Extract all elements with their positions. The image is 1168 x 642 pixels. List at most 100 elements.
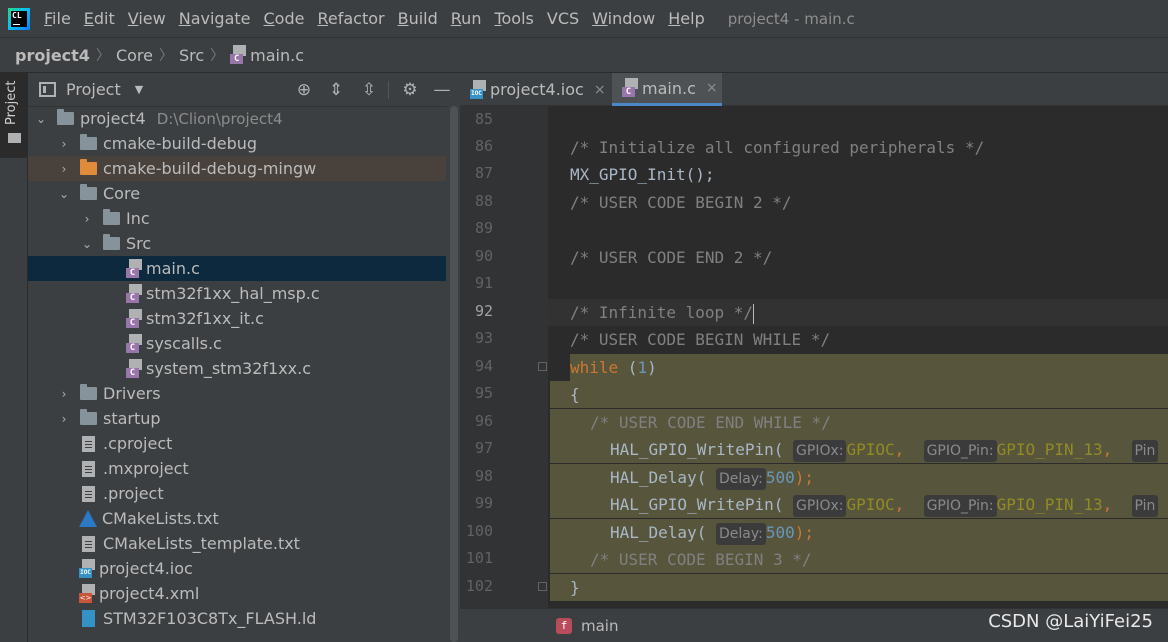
chevron-down-icon[interactable]: ⌄ [80,237,94,251]
tree-item-label: .cproject [103,434,173,453]
menu-file[interactable]: File [44,9,71,28]
project-panel-title[interactable]: Project [66,80,121,99]
code-line: HAL_Delay( Delay: 500); [550,519,1168,546]
expand-all-icon[interactable]: ⇕ [324,78,348,102]
folder-icon [103,234,120,250]
hide-panel-icon[interactable]: — [430,78,454,102]
tree-item-label: CMakeLists_template.txt [103,534,300,553]
chevron-right-icon[interactable]: › [57,137,71,151]
chevron-right-icon[interactable]: › [80,212,94,226]
tree-item-src[interactable]: ⌄ Src [28,231,446,256]
menu-label: ile [52,9,71,28]
breadcrumb-project[interactable]: project4 [15,46,90,65]
chevron-right-icon[interactable]: › [57,387,71,401]
tree-item-cproject[interactable]: .cproject [28,431,446,456]
tree-item-core[interactable]: ⌄ Core [28,181,446,206]
chevron-right-icon[interactable]: › [57,412,71,426]
tree-item-cmakelists[interactable]: CMakeLists.txt [28,506,446,531]
menu-mnemonic: E [83,9,94,28]
close-icon[interactable]: × [706,80,718,96]
code-line: HAL_GPIO_WritePin( GPIOx: GPIOC, GPIO_Pin… [550,491,1168,518]
tree-item-hal-msp[interactable]: C stm32f1xx_hal_msp.c [28,281,446,306]
tree-item-label: Core [103,184,141,203]
tree-item-label: syscalls.c [146,334,222,353]
menu-mnemonic: N [178,9,191,28]
chevron-right-icon[interactable]: › [57,162,71,176]
menu-run[interactable]: Run [451,9,482,28]
tree-item-label: project4 [80,109,146,128]
text-file-icon [82,460,95,477]
menu-code[interactable]: Code [264,9,305,28]
current-scope[interactable]: main [581,617,618,635]
code-line: } [550,574,1168,601]
chevron-down-icon[interactable]: ⌄ [57,187,71,201]
menu-mnemonic: F [44,9,53,28]
tree-item-main-c[interactable]: C main.c [28,256,446,281]
breadcrumb-file[interactable]: main.c [250,46,304,65]
tree-item-project4[interactable]: ⌄ project4 D:\Clion\project4 [28,106,446,131]
watermark: CSDN @LaiYiFei25 [988,611,1153,632]
tree-item-cmake-build-debug[interactable]: › cmake-build-debug [28,131,446,156]
tree-item-it-c[interactable]: C stm32f1xx_it.c [28,306,446,331]
project-tool-window-button[interactable]: Project [0,73,27,158]
menu-label: indow [607,9,656,28]
fold-marker-icon[interactable] [538,582,547,591]
tree-item-dot-project[interactable]: .project [28,481,446,506]
code-comment: /* USER CODE END WHILE */ [590,413,831,432]
dropdown-arrow-icon[interactable]: ▼ [135,83,143,96]
code-line: /* USER CODE END WHILE */ [550,409,1168,436]
c-file-icon: C [622,78,639,98]
tree-item-startup[interactable]: › startup [28,406,446,431]
tree-item-system-stm32[interactable]: C system_stm32f1xx.c [28,356,446,381]
tree-item-syscalls[interactable]: C syscalls.c [28,331,446,356]
tree-item-mxproject[interactable]: .mxproject [28,456,446,481]
collapse-all-icon[interactable]: ⇳ [357,78,381,102]
folder-icon [103,209,120,225]
menu-edit[interactable]: Edit [84,9,115,28]
chevron-down-icon[interactable]: ⌄ [34,112,48,126]
param-hint: Delay: [715,523,766,545]
tree-item-project4-xml[interactable]: <> project4.xml [28,581,446,606]
tree-item-drivers[interactable]: › Drivers [28,381,446,406]
code-line: HAL_Delay( Delay: 500); [550,464,1168,491]
tree-item-label: stm32f1xx_hal_msp.c [146,284,320,303]
code-area[interactable]: /* Initialize all configured peripherals… [548,106,1168,608]
menu-window[interactable]: Window [592,9,655,28]
tree-item-inc[interactable]: › Inc [28,206,446,231]
fold-marker-icon[interactable] [538,362,547,371]
close-icon[interactable]: × [594,82,606,98]
code-line: HAL_GPIO_WritePin( GPIOx: GPIOC, GPIO_Pin… [550,436,1168,463]
breadcrumb-core[interactable]: Core [116,46,153,65]
tab-project4-ioc[interactable]: IOC project4.ioc × [460,73,610,106]
ioc-file-icon: IOC [470,79,487,100]
tree-item-cmakelists-template[interactable]: CMakeLists_template.txt [28,531,446,556]
tree-item-project4-ioc[interactable]: IOC project4.ioc [28,556,446,581]
menu-build[interactable]: Build [398,9,438,28]
locate-file-icon[interactable]: ⊕ [292,78,316,102]
code-comment: /* USER CODE BEGIN WHILE */ [570,330,831,349]
tree-item-cmake-build-debug-mingw[interactable]: › cmake-build-debug-mingw [28,156,446,181]
project-tree: ⌄ project4 D:\Clion\project4 › cmake-bui… [28,106,460,642]
line-number-gutter[interactable]: 85 86 87 88 89 90 91 92 93 94 95 96 97 9… [460,106,548,608]
menu-navigate[interactable]: Navigate [179,9,251,28]
menu-vcs[interactable]: VCS [547,9,579,28]
code-line-current: /* Infinite loop */ [548,299,1168,326]
line-number: 88 [474,192,493,210]
code-comma: , [894,440,905,459]
menu-help[interactable]: Help [668,9,704,28]
tree-item-flash-ld[interactable]: STM32F103C8Tx_FLASH.ld [28,606,446,631]
tree-item-label: project4.ioc [99,559,193,578]
menu-tools[interactable]: Tools [494,9,533,28]
breadcrumb-src[interactable]: Src [179,46,204,65]
menu-label: efactor [327,9,385,28]
menu-refactor[interactable]: Refactor [317,9,384,28]
tab-label: main.c [642,78,696,98]
ioc-icon-letter: IOC [470,88,483,99]
code-number: 1 [637,358,648,377]
menu-view[interactable]: View [128,9,166,28]
editor: IOC project4.ioc × C main.c × 85 86 87 8… [460,73,1168,642]
tab-main-c[interactable]: C main.c × [612,73,722,106]
menu-mnemonic: H [668,9,681,28]
gear-icon[interactable]: ⚙ [398,78,422,102]
menu-bar: CL File Edit View Navigate Code Refactor… [0,0,1168,37]
